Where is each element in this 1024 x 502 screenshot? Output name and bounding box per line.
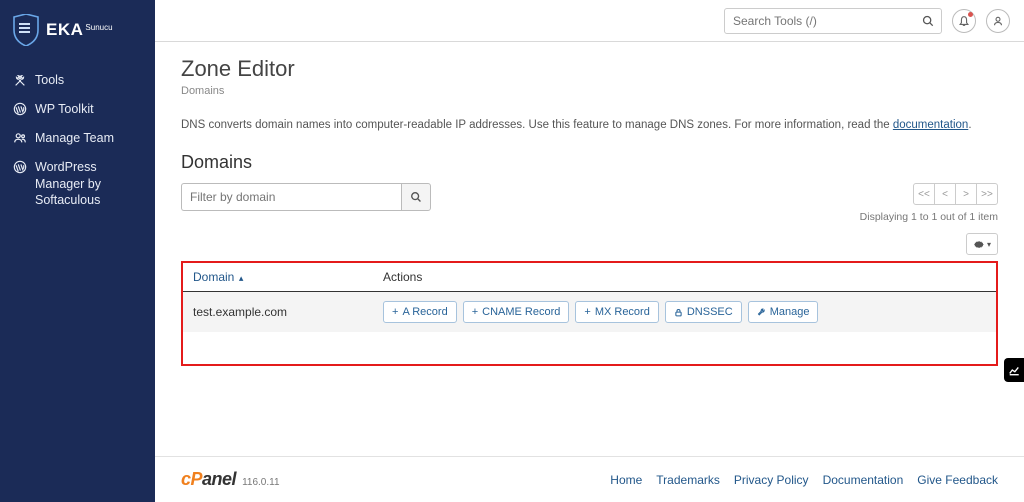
col-actions: Actions xyxy=(373,263,996,292)
brand-logo: EKASunucu xyxy=(0,0,155,66)
pager-next[interactable]: > xyxy=(955,183,977,205)
sidebar-item-label: WP Toolkit xyxy=(35,101,94,118)
plus-icon: + xyxy=(392,306,398,318)
brand-name: EKASunucu xyxy=(46,20,113,40)
sidebar-item-manage-team[interactable]: Manage Team xyxy=(12,124,143,153)
breadcrumb: Domains xyxy=(181,85,998,97)
footer-link-feedback[interactable]: Give Feedback xyxy=(917,473,998,487)
sidebar-item-wp-manager[interactable]: WordPress Manager by Softaculous xyxy=(12,153,143,216)
user-menu-button[interactable] xyxy=(986,9,1010,33)
sidebar-item-wp-toolkit[interactable]: WP Toolkit xyxy=(12,95,143,124)
add-cname-record-button[interactable]: +CNAME Record xyxy=(463,301,570,323)
search-icon xyxy=(922,15,934,27)
cell-domain: test.example.com xyxy=(183,292,373,333)
gear-icon xyxy=(973,239,984,250)
add-a-record-button[interactable]: +A Record xyxy=(383,301,457,323)
footer-link-privacy[interactable]: Privacy Policy xyxy=(734,473,809,487)
shield-icon xyxy=(12,14,40,46)
footer-brand: cPanel 116.0.11 xyxy=(181,469,280,490)
sidebar-item-label: Tools xyxy=(35,72,64,89)
manage-button[interactable]: Manage xyxy=(748,301,819,323)
cpanel-logo: cPanel xyxy=(181,469,236,490)
team-icon xyxy=(12,131,27,146)
sidebar-nav: Tools WP Toolkit xyxy=(0,66,155,215)
dnssec-button[interactable]: DNSSEC xyxy=(665,301,742,323)
footer-link-trademarks[interactable]: Trademarks xyxy=(656,473,720,487)
page-description: DNS converts domain names into computer-… xyxy=(181,117,998,134)
plus-icon: + xyxy=(584,306,590,318)
domains-heading: Domains xyxy=(181,152,998,173)
caret-down-icon: ▾ xyxy=(987,240,991,249)
domains-table: Domain ▴ Actions test.example.com +A R xyxy=(183,263,996,332)
table-row: test.example.com +A Record +CNAME Record xyxy=(183,292,996,333)
topbar xyxy=(155,0,1024,42)
search-input[interactable] xyxy=(725,9,941,33)
wordpress-icon xyxy=(12,102,27,117)
footer-link-home[interactable]: Home xyxy=(610,473,642,487)
stats-fab[interactable] xyxy=(1004,358,1024,382)
table-settings-button[interactable]: ▾ xyxy=(966,233,998,255)
add-mx-record-button[interactable]: +MX Record xyxy=(575,301,658,323)
sidebar-item-tools[interactable]: Tools xyxy=(12,66,143,95)
content: Zone Editor Domains DNS converts domain … xyxy=(155,42,1024,456)
footer-link-docs[interactable]: Documentation xyxy=(823,473,904,487)
filter-group xyxy=(181,183,431,211)
domains-table-highlight: Domain ▴ Actions test.example.com +A R xyxy=(181,261,998,366)
sidebar-item-label: Manage Team xyxy=(35,130,114,147)
pager-prev[interactable]: < xyxy=(934,183,956,205)
documentation-link[interactable]: documentation xyxy=(893,119,968,131)
sidebar: EKASunucu Tools xyxy=(0,0,155,502)
footer-links: Home Trademarks Privacy Policy Documenta… xyxy=(610,473,998,487)
notifications-button[interactable] xyxy=(952,9,976,33)
pager-last[interactable]: >> xyxy=(976,183,998,205)
footer: cPanel 116.0.11 Home Trademarks Privacy … xyxy=(155,456,1024,502)
pager-summary: Displaying 1 to 1 out of 1 item xyxy=(860,211,998,223)
cell-actions: +A Record +CNAME Record +MX Record xyxy=(373,292,996,333)
pager: << < > >> Displaying 1 to 1 out of 1 ite… xyxy=(860,183,998,223)
wordpress-icon xyxy=(12,160,27,175)
main: Zone Editor Domains DNS converts domain … xyxy=(155,0,1024,502)
notification-dot-icon xyxy=(968,12,973,17)
tools-icon xyxy=(12,73,27,88)
table-settings-row: ▾ xyxy=(181,233,998,255)
filter-search-button[interactable] xyxy=(401,183,431,211)
wrench-icon xyxy=(757,308,766,317)
pager-first[interactable]: << xyxy=(913,183,935,205)
col-domain[interactable]: Domain ▴ xyxy=(183,263,373,292)
filter-input[interactable] xyxy=(181,183,401,211)
lock-icon xyxy=(674,308,683,317)
page-title: Zone Editor xyxy=(181,56,998,82)
search-tools[interactable] xyxy=(724,8,942,34)
sort-asc-icon: ▴ xyxy=(236,273,243,283)
plus-icon: + xyxy=(472,306,478,318)
app-root: EKASunucu Tools xyxy=(0,0,1024,502)
sidebar-item-label: WordPress Manager by Softaculous xyxy=(35,159,143,210)
filter-row: << < > >> Displaying 1 to 1 out of 1 ite… xyxy=(181,183,998,223)
cpanel-version: 116.0.11 xyxy=(242,477,279,488)
pager-buttons: << < > >> xyxy=(914,183,998,205)
